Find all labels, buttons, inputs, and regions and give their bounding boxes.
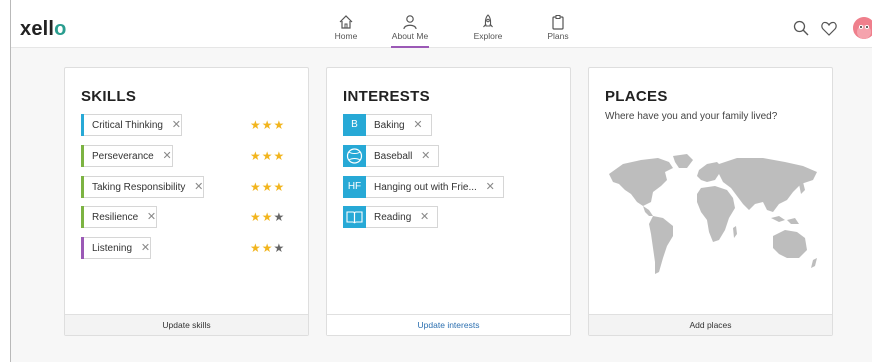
update-skills-button[interactable]: Update skills [65, 314, 308, 335]
nav-about-me[interactable]: About Me [378, 14, 442, 48]
nav-about-me-label: About Me [391, 31, 429, 41]
remove-icon[interactable]: ✕ [421, 146, 430, 166]
skills-card: SKILLS Critical Thinking ✕ ★★★ Persevera… [64, 67, 309, 336]
avatar[interactable] [853, 17, 872, 39]
star-icon: ★ [261, 118, 274, 132]
interest-label: Baking [374, 120, 405, 131]
interest-chip[interactable]: HF Hanging out with Frie... ✕ [343, 176, 504, 198]
remove-icon[interactable]: ✕ [147, 207, 156, 227]
skill-chip[interactable]: Critical Thinking ✕ [81, 114, 182, 136]
nav-home-label: Home [334, 31, 358, 41]
remove-icon[interactable]: ✕ [413, 115, 422, 135]
interests-title: INTERESTS [343, 88, 430, 105]
star-icon: ★ [261, 180, 274, 194]
person-icon [403, 15, 417, 30]
home-icon [339, 15, 353, 29]
places-subtitle: Where have you and your family lived? [605, 111, 778, 122]
active-tab-indicator [391, 46, 429, 48]
star-icon: ★ [273, 241, 286, 255]
interest-badge: HF [343, 176, 366, 198]
skill-stars: ★★★ [250, 210, 285, 224]
interest-label: Baseball [374, 151, 413, 162]
star-icon: ★ [261, 241, 274, 255]
book-icon [346, 211, 363, 224]
star-icon: ★ [273, 210, 286, 224]
star-icon: ★ [273, 118, 286, 132]
star-icon: ★ [261, 149, 274, 163]
skill-label: Perseverance [92, 151, 154, 162]
heart-icon[interactable] [821, 21, 837, 36]
top-bar: xello Home About Me Explore Plans [11, 0, 872, 48]
remove-icon[interactable]: ✕ [141, 238, 150, 258]
interest-badge: B [343, 114, 366, 136]
skill-stars: ★★★ [250, 241, 285, 255]
app-frame: xello Home About Me Explore Plans SKILLS… [10, 0, 872, 362]
skill-chip[interactable]: Perseverance ✕ [81, 145, 173, 167]
add-places-button[interactable]: Add places [589, 314, 832, 335]
skill-label: Listening [92, 243, 133, 254]
nav-plans[interactable]: Plans [526, 14, 590, 41]
star-icon: ★ [250, 149, 262, 163]
rocket-icon [483, 14, 493, 28]
nav-plans-label: Plans [547, 31, 569, 41]
avatar-face-icon [853, 17, 872, 39]
remove-icon[interactable]: ✕ [162, 146, 171, 166]
update-interests-button[interactable]: Update interests [327, 314, 570, 335]
skill-color-bar [81, 206, 84, 228]
skill-stars: ★★★ [250, 180, 285, 194]
star-icon: ★ [250, 241, 262, 255]
nav-explore[interactable]: Explore [456, 14, 520, 41]
skill-label: Taking Responsibility [92, 182, 186, 193]
world-map[interactable] [603, 154, 823, 284]
interest-label: Hanging out with Frie... [374, 182, 477, 193]
skill-color-bar [81, 145, 84, 167]
star-icon: ★ [273, 180, 286, 194]
skill-stars: ★★★ [250, 118, 285, 132]
star-icon: ★ [250, 210, 262, 224]
remove-icon[interactable]: ✕ [194, 177, 203, 197]
nav-explore-label: Explore [473, 31, 503, 41]
star-icon: ★ [273, 149, 286, 163]
skill-stars: ★★★ [250, 149, 285, 163]
nav-home[interactable]: Home [314, 14, 378, 41]
interest-chip[interactable]: Baseball ✕ [343, 145, 440, 167]
star-icon: ★ [261, 210, 274, 224]
skill-label: Critical Thinking [92, 120, 163, 131]
interest-badge [343, 145, 366, 167]
interest-label: Reading [374, 212, 412, 223]
skill-color-bar [81, 237, 84, 259]
skill-label: Resilience [92, 212, 139, 223]
clipboard-icon [552, 15, 564, 30]
skill-chip[interactable]: Taking Responsibility ✕ [81, 176, 205, 198]
places-title: PLACES [605, 88, 668, 105]
skill-color-bar [81, 176, 84, 198]
star-icon: ★ [250, 180, 262, 194]
interest-chip[interactable]: B Baking ✕ [343, 114, 432, 136]
remove-icon[interactable]: ✕ [420, 207, 429, 227]
places-card: PLACES Where have you and your family li… [588, 67, 833, 336]
baseball-icon [346, 148, 363, 164]
search-icon[interactable] [793, 20, 809, 36]
skill-color-bar [81, 114, 84, 136]
interest-chip[interactable]: Reading ✕ [343, 206, 439, 228]
skill-chip[interactable]: Resilience ✕ [81, 206, 158, 228]
interest-badge [343, 206, 366, 228]
skill-chip[interactable]: Listening ✕ [81, 237, 152, 259]
star-icon: ★ [250, 118, 262, 132]
xello-logo[interactable]: xello [20, 19, 67, 39]
interests-card: INTERESTS B Baking ✕ Baseball ✕ HF Hangi… [326, 67, 571, 336]
remove-icon[interactable]: ✕ [172, 115, 181, 135]
remove-icon[interactable]: ✕ [486, 177, 495, 197]
skills-title: SKILLS [81, 88, 137, 105]
